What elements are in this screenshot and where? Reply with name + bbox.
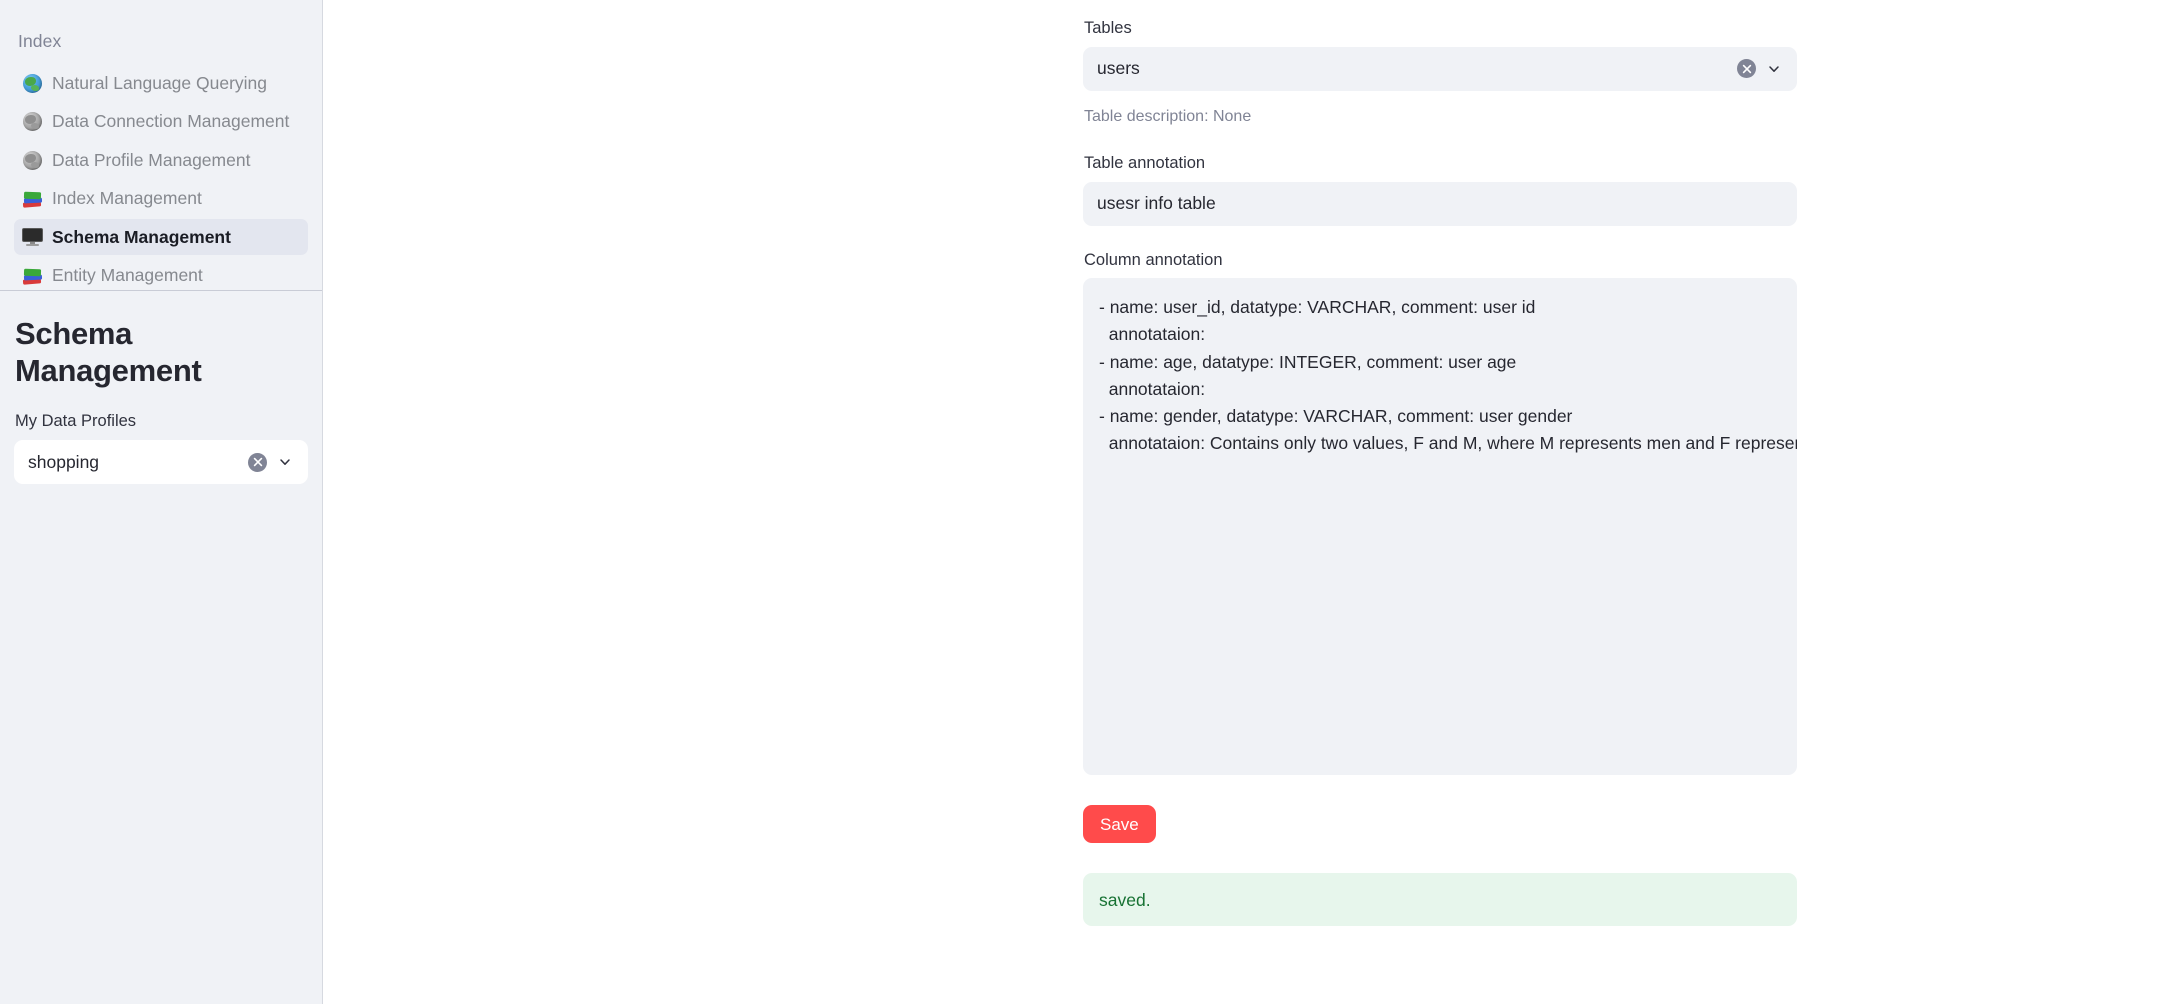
sidebar-item-label: Natural Language Querying: [52, 72, 268, 93]
sidebar-nav: Index Natural Language Querying Data Con…: [0, 0, 322, 294]
sidebar-item-label: Entity Management: [52, 265, 203, 286]
app-root: Index Natural Language Querying Data Con…: [0, 0, 2162, 1004]
sidebar-item-data-profile-management[interactable]: Data Profile Management: [14, 142, 308, 179]
globe-icon: [22, 73, 43, 94]
sidebar-item-schema-management[interactable]: Schema Management: [14, 218, 308, 256]
sidebar-item-label: Data Connection Management: [52, 111, 290, 132]
table-annotation-label: Table annotation: [1084, 153, 1206, 172]
sidebar: Index Natural Language Querying Data Con…: [0, 0, 323, 1004]
data-profile-select[interactable]: shopping: [14, 440, 308, 485]
data-profiles-label: My Data Profiles: [15, 412, 137, 431]
clear-icon[interactable]: [1737, 59, 1756, 79]
column-annotation-label: Column annotation: [1084, 250, 1223, 269]
sidebar-item-label: Index Management: [52, 188, 202, 209]
sidebar-item-data-connection-management[interactable]: Data Connection Management: [14, 103, 308, 140]
main-content: Tables users Table description: None Tab…: [323, 0, 2162, 1004]
table-annotation-input[interactable]: usesr info table: [1083, 181, 1797, 226]
sidebar-item-natural-language-querying[interactable]: Natural Language Querying: [14, 65, 308, 102]
status-message: saved.: [1083, 873, 1797, 927]
tables-select[interactable]: users: [1083, 46, 1797, 91]
sidebar-item-label: Schema Management: [52, 226, 231, 247]
sidebar-item-entity-management[interactable]: Entity Management: [14, 257, 308, 294]
sidebar-item-label: Data Profile Management: [52, 149, 251, 170]
table-description: Table description: None: [1084, 107, 1252, 125]
globe-grey-icon: [22, 150, 43, 171]
books-icon: [22, 188, 43, 209]
nav-section-header: Index: [18, 31, 62, 51]
globe-grey-icon: [22, 111, 43, 132]
chevron-down-icon[interactable]: [1765, 60, 1783, 78]
chevron-down-icon[interactable]: [276, 453, 294, 471]
resize-handle-icon[interactable]: [1778, 756, 1792, 770]
monitor-icon: [22, 227, 43, 248]
clear-icon[interactable]: [248, 452, 267, 472]
schema-form: Tables users Table description: None Tab…: [1083, 0, 1797, 927]
tables-selected-value: users: [1097, 58, 1140, 79]
page-title: Schema Management: [15, 316, 202, 389]
tables-label: Tables: [1084, 19, 1132, 37]
sidebar-main-section: Schema Management My Data Profiles shopp…: [0, 291, 322, 485]
books-icon: [22, 265, 43, 286]
sidebar-item-index-management[interactable]: Index Management: [14, 180, 308, 217]
data-profile-selected-value: shopping: [28, 451, 100, 472]
column-annotation-textarea[interactable]: - name: user_id, datatype: VARCHAR, comm…: [1083, 278, 1797, 776]
save-button[interactable]: Save: [1083, 805, 1156, 844]
